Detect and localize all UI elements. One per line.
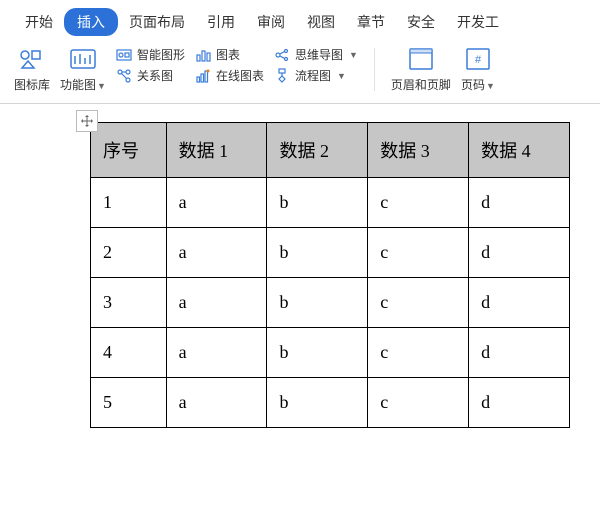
tool-mindmap[interactable]: 思维导图 ▼ (274, 46, 358, 63)
table-cell[interactable]: c (368, 178, 469, 228)
chevron-down-icon: ▼ (337, 71, 346, 81)
chevron-down-icon: ▼ (486, 81, 495, 91)
table-cell[interactable]: 4 (91, 328, 167, 378)
table-row: 2abcd (91, 228, 570, 278)
table-cell[interactable]: a (166, 228, 267, 278)
tab-insert[interactable]: 插入 (64, 8, 118, 36)
document-table[interactable]: 序号 数据 1 数据 2 数据 3 数据 4 1abcd2abcd3abcd4a… (90, 122, 570, 428)
tool-label: 页码▼ (461, 76, 495, 93)
table-row: 1abcd (91, 178, 570, 228)
chevron-down-icon: ▼ (349, 50, 358, 60)
tool-label: 智能图形 (137, 46, 185, 63)
online-chart-icon (195, 68, 211, 84)
table-row: 3abcd (91, 278, 570, 328)
tool-label: 流程图 (295, 67, 331, 84)
table-cell[interactable]: a (166, 178, 267, 228)
tool-label: 思维导图 (295, 46, 343, 63)
smart-graphic-icon (116, 47, 132, 63)
tool-label: 关系图 (137, 67, 173, 84)
table-header-row: 序号 数据 1 数据 2 数据 3 数据 4 (91, 123, 570, 178)
mindmap-icon (274, 47, 290, 63)
toolbar-divider (374, 48, 375, 91)
table-cell[interactable]: b (267, 228, 368, 278)
tool-stack-1: 智能图形 关系图 (116, 46, 185, 84)
table-cell[interactable]: b (267, 328, 368, 378)
table-cell[interactable]: d (469, 178, 570, 228)
svg-text:#: # (475, 54, 482, 66)
relation-icon (116, 68, 132, 84)
table-header[interactable]: 数据 4 (469, 123, 570, 178)
tool-header-footer[interactable]: 页眉和页脚 (391, 46, 451, 93)
tab-view[interactable]: 视图 (296, 8, 346, 36)
tool-chart[interactable]: 图表 (195, 46, 264, 63)
table-row: 5abcd (91, 378, 570, 428)
tool-online-chart[interactable]: 在线图表 (195, 67, 264, 84)
table-row: 4abcd (91, 328, 570, 378)
table-cell[interactable]: d (469, 378, 570, 428)
tool-label: 页眉和页脚 (391, 76, 451, 93)
page-number-icon: # (463, 46, 493, 72)
tool-label: 功能图▼ (60, 76, 106, 93)
table-cell[interactable]: c (368, 228, 469, 278)
table-move-handle[interactable] (76, 110, 98, 132)
table-cell[interactable]: a (166, 378, 267, 428)
tool-page-number[interactable]: # 页码▼ (461, 46, 495, 93)
flowchart-icon (274, 68, 290, 84)
tab-developer[interactable]: 开发工 (446, 8, 510, 36)
table-cell[interactable]: 3 (91, 278, 167, 328)
table-header[interactable]: 数据 3 (368, 123, 469, 178)
table-cell[interactable]: 1 (91, 178, 167, 228)
toolbar: 图标库 功能图▼ 智能图形 关系图 图表 (0, 40, 600, 103)
bar-chart-icon (195, 47, 211, 63)
table-header[interactable]: 数据 1 (166, 123, 267, 178)
table-cell[interactable]: b (267, 178, 368, 228)
table-cell[interactable]: c (368, 278, 469, 328)
table-cell[interactable]: d (469, 328, 570, 378)
tab-sections[interactable]: 章节 (346, 8, 396, 36)
table-cell[interactable]: a (166, 278, 267, 328)
table-cell[interactable]: a (166, 328, 267, 378)
tab-page-layout[interactable]: 页面布局 (118, 8, 196, 36)
table-cell[interactable]: b (267, 278, 368, 328)
tab-security[interactable]: 安全 (396, 8, 446, 36)
table-cell[interactable]: c (368, 328, 469, 378)
shapes-icon (17, 46, 47, 72)
tool-relation[interactable]: 关系图 (116, 67, 185, 84)
chevron-down-icon: ▼ (97, 81, 106, 91)
table-header[interactable]: 序号 (91, 123, 167, 178)
function-chart-icon (68, 46, 98, 72)
tab-review[interactable]: 审阅 (246, 8, 296, 36)
tool-label: 图表 (216, 46, 240, 63)
tab-home[interactable]: 开始 (14, 8, 64, 36)
tool-stack-2: 图表 在线图表 (195, 46, 264, 84)
ribbon: 开始 插入 页面布局 引用 审阅 视图 章节 安全 开发工 图标库 功能图▼ 智… (0, 0, 600, 104)
tab-references[interactable]: 引用 (196, 8, 246, 36)
tool-label: 图标库 (14, 76, 50, 93)
tool-label: 在线图表 (216, 67, 264, 84)
document-area[interactable]: 序号 数据 1 数据 2 数据 3 数据 4 1abcd2abcd3abcd4a… (0, 104, 600, 428)
ribbon-tabs: 开始 插入 页面布局 引用 审阅 视图 章节 安全 开发工 (0, 0, 600, 40)
table-cell[interactable]: d (469, 278, 570, 328)
table-cell[interactable]: d (469, 228, 570, 278)
tool-flowchart[interactable]: 流程图 ▼ (274, 67, 358, 84)
table-cell[interactable]: 2 (91, 228, 167, 278)
tool-smart-graphic[interactable]: 智能图形 (116, 46, 185, 63)
header-footer-icon (406, 46, 436, 72)
table-cell[interactable]: c (368, 378, 469, 428)
tool-stack-3: 思维导图 ▼ 流程图 ▼ (274, 46, 358, 84)
table-cell[interactable]: b (267, 378, 368, 428)
tool-icon-library[interactable]: 图标库 (14, 46, 50, 93)
table-cell[interactable]: 5 (91, 378, 167, 428)
tool-function-chart[interactable]: 功能图▼ (60, 46, 106, 93)
table-header[interactable]: 数据 2 (267, 123, 368, 178)
